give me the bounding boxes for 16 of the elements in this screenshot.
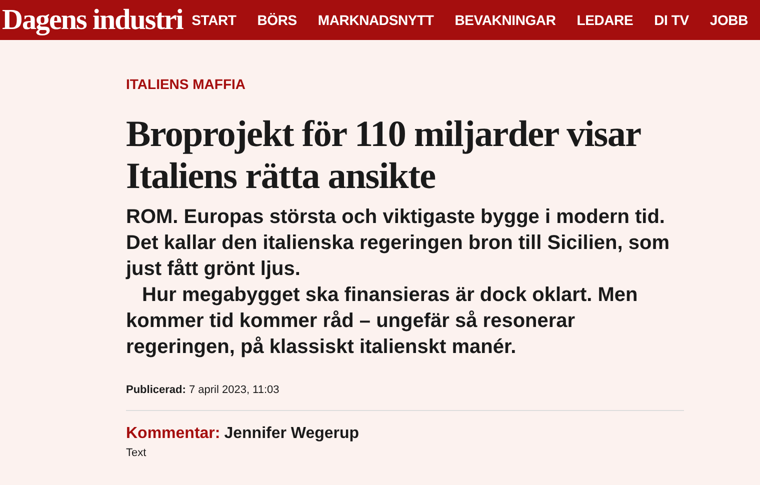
publish-date: Publicerad: 7 april 2023, 11:03 xyxy=(126,384,280,396)
lede-paragraph: Hur megabygget ska finansieras är dock oklart. Men kommer tid kommer råd – ungefär så resonerar regeringen, på klassiskt italienskt manér. xyxy=(126,283,639,360)
lede-paragraph: ROM. Europas största och viktigaste bygge i modern tid. Det kallar den italienska regeringen bron till Sicilien, som just fått grönt ljus. xyxy=(126,205,670,282)
nav-link[interactable]: JOBB xyxy=(710,12,748,28)
author-link[interactable]: Jennifer Wegerup xyxy=(224,425,360,443)
byline-label: Kommentar: xyxy=(126,425,220,443)
article-kicker: ITALIENS MAFFIA xyxy=(126,76,247,92)
nav-link[interactable]: LEDARE xyxy=(576,12,634,28)
nav-link[interactable]: BEVAKNINGAR xyxy=(454,12,556,28)
author-role: Text xyxy=(126,447,148,459)
site-logo[interactable]: Dagens industri xyxy=(2,4,183,36)
nav-link[interactable]: DI TV xyxy=(654,12,689,28)
nav-link[interactable]: BÖRS xyxy=(257,12,297,28)
nav-link[interactable]: MARKNADSNYTT xyxy=(318,12,434,28)
nav-link[interactable]: START xyxy=(192,12,236,28)
headline: Broprojekt för 110 miljarder visar Italiens rätta ansikte xyxy=(126,114,642,198)
